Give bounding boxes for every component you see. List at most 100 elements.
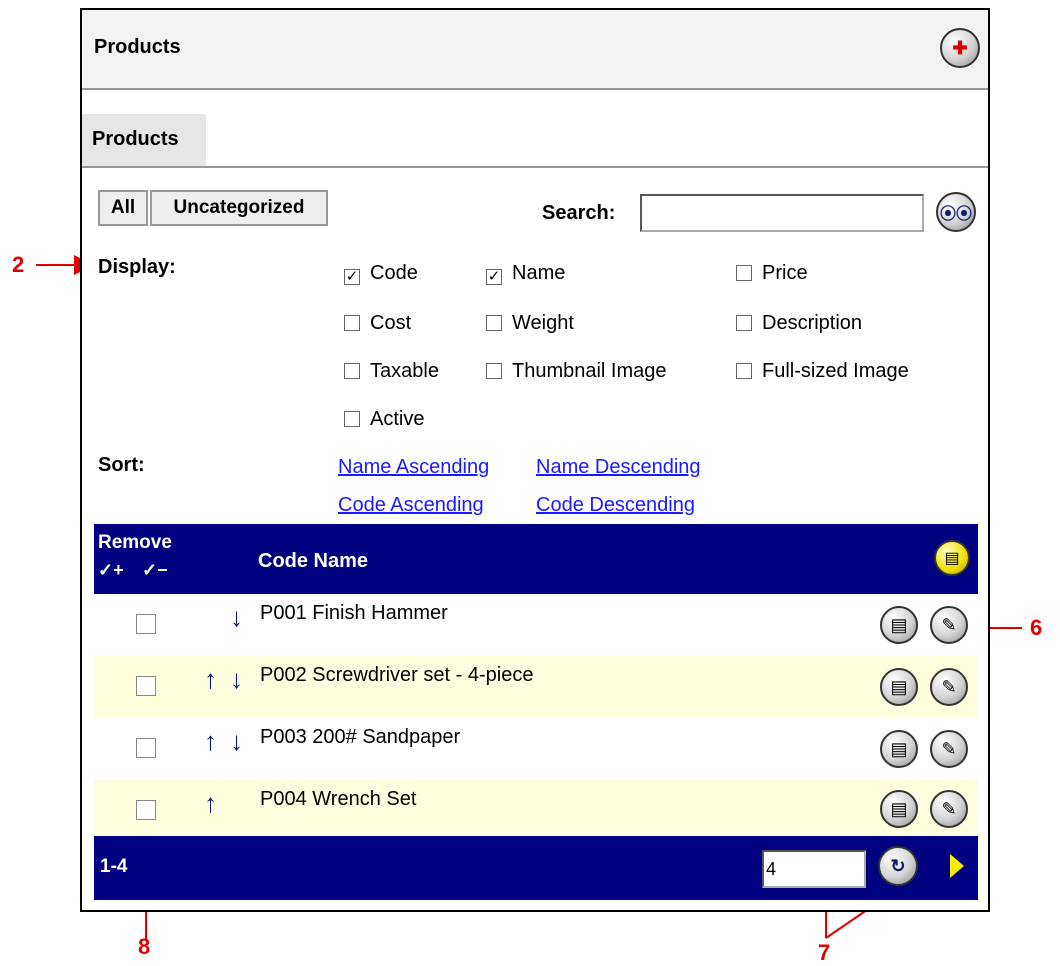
display-option-thumbnail-label: Thumbnail Image (512, 360, 667, 382)
display-option-name[interactable]: ✓ Name (486, 262, 565, 285)
refresh-button[interactable]: ↻ (878, 846, 918, 886)
move-down-icon[interactable]: ↓ (230, 664, 243, 695)
sort-label: Sort: (98, 454, 145, 476)
next-page-button[interactable] (950, 854, 964, 878)
move-up-icon[interactable]: ↑ (204, 726, 217, 757)
sort-code-descending-link[interactable]: Code Descending (536, 494, 695, 517)
code-name-column-header: Code Name (258, 550, 369, 572)
view-product-button[interactable]: ▤ (880, 790, 918, 828)
table-row: ↑ ↓ P002 Screwdriver set - 4-piece ▤ ✎ (94, 656, 978, 718)
products-panel: Products ✚ Products All Uncategorized Se… (80, 8, 990, 912)
add-product-button[interactable]: ▤ (934, 540, 970, 576)
table-row: ↓ P001 Finish Hammer ▤ ✎ (94, 594, 978, 656)
callout-8: 8 (138, 934, 151, 959)
move-down-icon[interactable]: ↓ (230, 726, 243, 757)
binoculars-icon: ⦿⦿ (939, 206, 972, 223)
checkbox-description[interactable] (736, 315, 752, 331)
display-option-thumbnail-image[interactable]: Thumbnail Image (486, 360, 667, 383)
document-icon: ▤ (890, 798, 908, 819)
sort-code-ascending-link[interactable]: Code Ascending (338, 494, 484, 517)
checkbox-code[interactable]: ✓ (344, 269, 360, 285)
checkbox-taxable[interactable] (344, 363, 360, 379)
display-option-price-label: Price (762, 262, 808, 284)
page-size-input[interactable] (762, 850, 866, 888)
edit-document-icon: ✎ (941, 798, 957, 819)
row-remove-checkbox[interactable] (136, 614, 156, 634)
panel-title: Products (94, 36, 181, 58)
display-option-description-label: Description (762, 312, 863, 334)
document-icon: ▤ (890, 614, 908, 635)
callout-6: 6 (1030, 615, 1043, 640)
document-icon: ▤ (890, 676, 908, 697)
document-icon: ▤ (890, 738, 908, 759)
display-option-taxable-label: Taxable (370, 360, 439, 382)
search-button[interactable]: ⦿⦿ (936, 192, 976, 232)
display-option-full-sized-image[interactable]: Full-sized Image (736, 360, 909, 383)
edit-product-button[interactable]: ✎ (930, 790, 968, 828)
display-option-code-label: Code (370, 262, 418, 284)
edit-document-icon: ✎ (941, 738, 957, 759)
filter-all-button[interactable]: All (98, 190, 148, 226)
tab-products[interactable]: Products (82, 114, 206, 166)
search-input[interactable] (640, 194, 924, 232)
display-label: Display: (98, 256, 176, 278)
move-up-icon[interactable]: ↑ (204, 664, 217, 695)
edit-product-button[interactable]: ✎ (930, 668, 968, 706)
checkbox-thumbnail-image[interactable] (486, 363, 502, 379)
row-product-text: P001 Finish Hammer (260, 602, 448, 624)
row-remove-checkbox[interactable] (136, 676, 156, 696)
refresh-icon: ↻ (890, 855, 906, 876)
display-option-code[interactable]: ✓ Code (344, 262, 418, 285)
record-range: 1-4 (100, 856, 128, 877)
edit-product-button[interactable]: ✎ (930, 730, 968, 768)
display-option-cost-label: Cost (370, 312, 412, 334)
row-product-text: P003 200# Sandpaper (260, 726, 461, 748)
checkbox-weight[interactable] (486, 315, 502, 331)
row-product-text: P004 Wrench Set (260, 788, 417, 810)
close-window-button[interactable]: ✚ (940, 28, 980, 68)
checkbox-price[interactable] (736, 265, 752, 281)
view-product-button[interactable]: ▤ (880, 668, 918, 706)
display-option-taxable[interactable]: Taxable (344, 360, 439, 383)
row-product-text: P002 Screwdriver set - 4-piece (260, 664, 534, 686)
sort-name-ascending-link[interactable]: Name Ascending (338, 456, 489, 479)
display-option-name-label: Name (512, 262, 566, 284)
close-window-icon: ✚ (952, 37, 968, 58)
edit-document-icon: ✎ (941, 614, 957, 635)
display-option-cost[interactable]: Cost (344, 312, 411, 335)
display-option-active[interactable]: Active (344, 408, 424, 431)
view-product-button[interactable]: ▤ (880, 730, 918, 768)
filter-uncategorized-button[interactable]: Uncategorized (150, 190, 328, 226)
checkbox-name[interactable]: ✓ (486, 269, 502, 285)
sort-name-descending-link[interactable]: Name Descending (536, 456, 701, 479)
view-product-button[interactable]: ▤ (880, 606, 918, 644)
checkbox-active[interactable] (344, 411, 360, 427)
display-option-active-label: Active (370, 408, 425, 430)
edit-document-icon: ✎ (941, 676, 957, 697)
row-remove-checkbox[interactable] (136, 738, 156, 758)
uncheck-all-toggle[interactable]: ✓− (142, 560, 168, 581)
display-option-description[interactable]: Description (736, 312, 862, 335)
new-document-icon: ▤ (944, 550, 960, 567)
move-down-icon[interactable]: ↓ (230, 602, 243, 633)
tab-row: Products (82, 90, 988, 168)
edit-product-button[interactable]: ✎ (930, 606, 968, 644)
table-header: Remove ✓+ ✓− Code Name ▤ (94, 524, 978, 594)
table-row: ↑ ↓ P003 200# Sandpaper ▤ ✎ (94, 718, 978, 780)
row-remove-checkbox[interactable] (136, 800, 156, 820)
display-option-full-sized-label: Full-sized Image (762, 360, 909, 382)
callout-7: 7 (818, 940, 831, 965)
remove-header-label: Remove (98, 532, 172, 553)
display-option-weight[interactable]: Weight (486, 312, 574, 335)
title-bar: Products ✚ (82, 10, 988, 90)
move-up-icon[interactable]: ↑ (204, 788, 217, 819)
callout-2: 2 (12, 252, 25, 277)
search-label: Search: (542, 202, 616, 224)
checkbox-full-sized-image[interactable] (736, 363, 752, 379)
display-option-weight-label: Weight (512, 312, 574, 334)
check-all-toggle[interactable]: ✓+ (98, 560, 124, 581)
checkbox-cost[interactable] (344, 315, 360, 331)
display-option-price[interactable]: Price (736, 262, 808, 285)
table-footer: 1-4 ↻ (94, 836, 978, 900)
tab-products-label: Products (92, 128, 179, 150)
